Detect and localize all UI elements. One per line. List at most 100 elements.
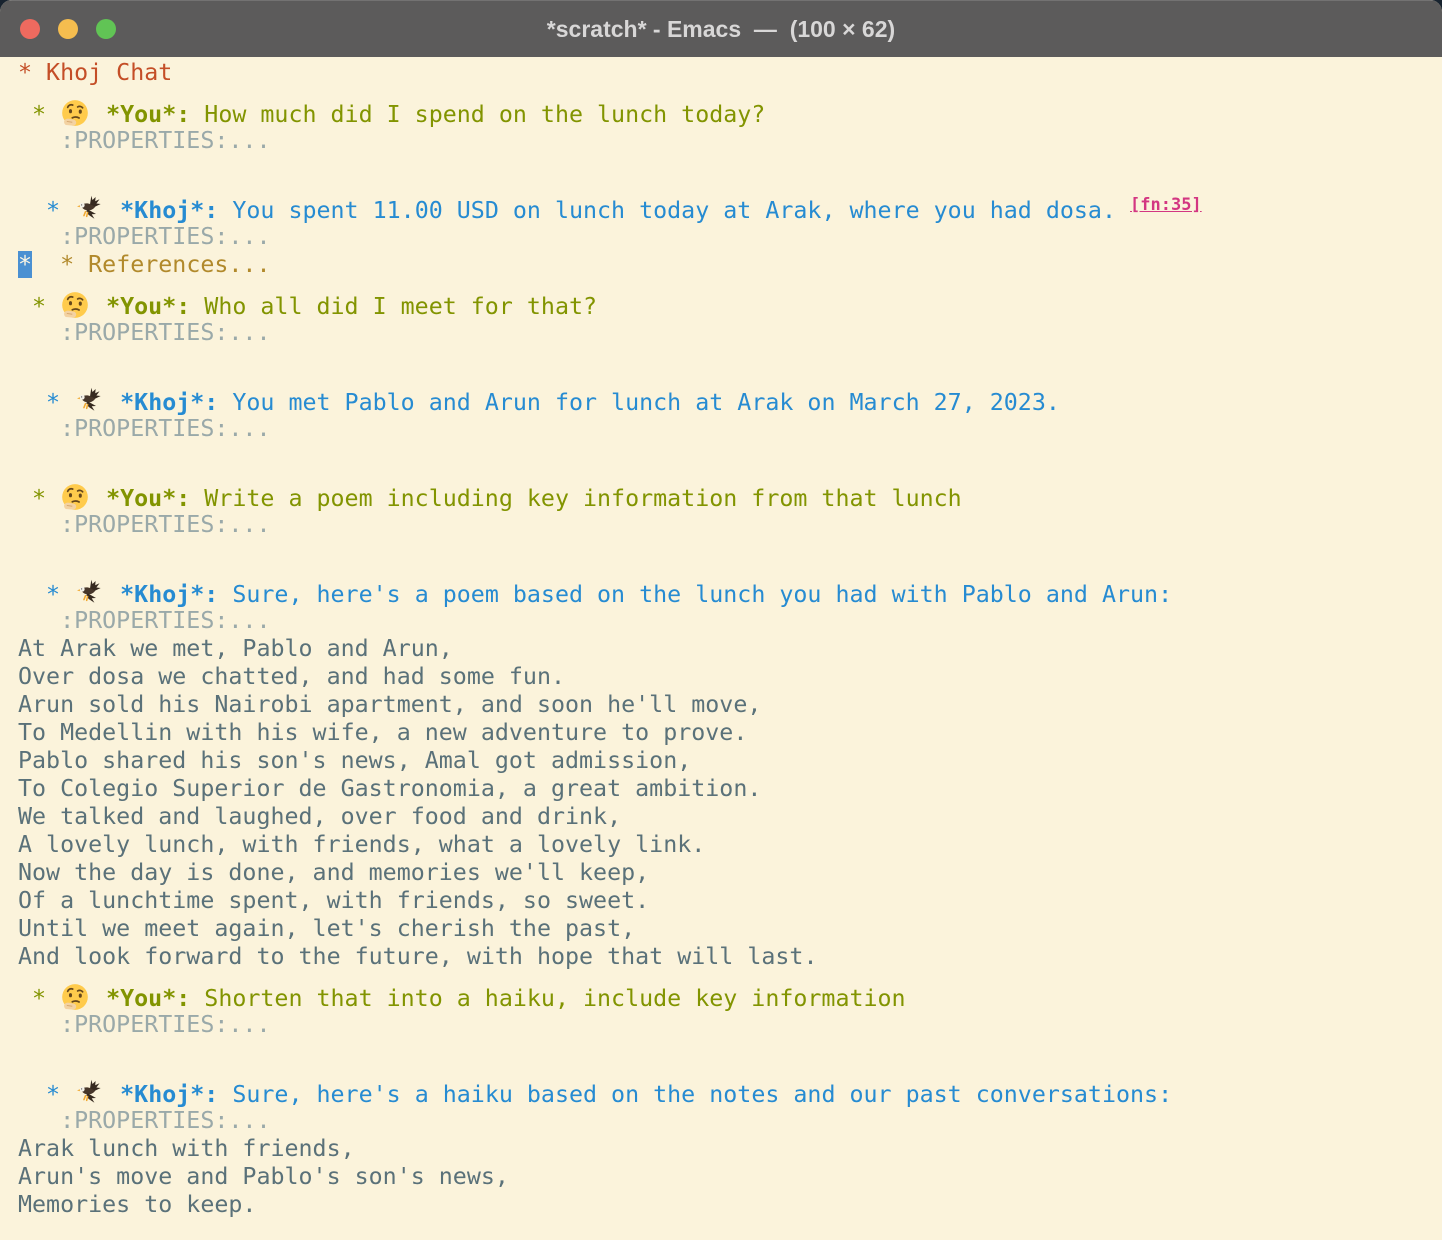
poem-line[interactable]: Arun sold his Nairobi apartment, and soo… bbox=[18, 691, 1442, 719]
chat-message-khoj[interactable]: * *Khoj*: You spent 11.00 USD on lunch t… bbox=[18, 183, 1442, 223]
speaker-label: *You*: bbox=[106, 101, 190, 128]
speaker-label: *Khoj*: bbox=[120, 581, 218, 608]
close-button[interactable] bbox=[20, 19, 40, 39]
editor-buffer[interactable]: * Khoj Chat * *You*: How much did I spen… bbox=[0, 57, 1442, 1240]
org-star: * bbox=[18, 581, 74, 608]
message-text: You met Pablo and Arun for lunch at Arak… bbox=[218, 389, 1060, 416]
eagle-icon bbox=[74, 195, 104, 223]
properties-drawer[interactable]: :PROPERTIES:... bbox=[18, 511, 1442, 539]
speaker-label: *You*: bbox=[106, 485, 190, 512]
poem-line[interactable]: Now the day is done, and memories we'll … bbox=[18, 859, 1442, 887]
chat-message-you[interactable]: * *You*: How much did I spend on the lun… bbox=[18, 87, 1442, 127]
thinking-face-icon bbox=[60, 983, 90, 1011]
poem-line[interactable]: A lovely lunch, with friends, what a lov… bbox=[18, 831, 1442, 859]
references-heading[interactable]: * * References... bbox=[18, 251, 1442, 279]
minimize-button[interactable] bbox=[58, 19, 78, 39]
haiku-text: Arak lunch with friends, bbox=[18, 1135, 355, 1162]
org-star: * bbox=[18, 1081, 74, 1108]
properties-drawer[interactable]: :PROPERTIES:... bbox=[18, 223, 1442, 251]
poem-line[interactable]: At Arak we met, Pablo and Arun, bbox=[18, 635, 1442, 663]
zoom-button[interactable] bbox=[96, 19, 116, 39]
text-run bbox=[92, 293, 106, 320]
properties-drawer[interactable]: :PROPERTIES:... bbox=[18, 1011, 1442, 1039]
drawer-text: :PROPERTIES:... bbox=[18, 223, 270, 250]
poem-text: Until we meet again, let's cherish the p… bbox=[18, 915, 635, 942]
poem-line[interactable]: We talked and laughed, over food and dri… bbox=[18, 803, 1442, 831]
message-text: How much did I spend on the lunch today? bbox=[190, 101, 765, 128]
poem-text: And look forward to the future, with hop… bbox=[18, 943, 817, 970]
chat-message-khoj[interactable]: * *Khoj*: Sure, here's a haiku based on … bbox=[18, 1067, 1442, 1107]
chat-message-khoj[interactable]: * *Khoj*: Sure, here's a poem based on t… bbox=[18, 567, 1442, 607]
eagle-icon bbox=[74, 1079, 104, 1107]
poem-line[interactable]: Over dosa we chatted, and had some fun. bbox=[18, 663, 1442, 691]
org-star: * bbox=[18, 197, 74, 224]
chat-message-khoj[interactable]: * *Khoj*: You met Pablo and Arun for lun… bbox=[18, 375, 1442, 415]
poem-text: Pablo shared his son's news, Amal got ad… bbox=[18, 747, 691, 774]
text-run bbox=[106, 1081, 120, 1108]
heading-text: * Khoj Chat bbox=[18, 59, 172, 86]
message-text: Who all did I meet for that? bbox=[190, 293, 597, 320]
poem-line[interactable]: Of a lunchtime spent, with friends, so s… bbox=[18, 887, 1442, 915]
haiku-line[interactable]: Arun's move and Pablo's son's news, bbox=[18, 1163, 1442, 1191]
speaker-label: *You*: bbox=[106, 293, 190, 320]
org-star: * bbox=[18, 389, 74, 416]
org-star: * bbox=[18, 485, 60, 512]
text-run bbox=[92, 101, 106, 128]
properties-drawer[interactable]: :PROPERTIES:... bbox=[18, 1107, 1442, 1135]
drawer-text: :PROPERTIES:... bbox=[18, 511, 270, 538]
emacs-window: *scratch* - Emacs — (100 × 62) * Khoj Ch… bbox=[0, 0, 1442, 1240]
haiku-line[interactable]: Arak lunch with friends, bbox=[18, 1135, 1442, 1163]
poem-line[interactable]: And look forward to the future, with hop… bbox=[18, 943, 1442, 971]
poem-line[interactable]: To Medellin with his wife, a new adventu… bbox=[18, 719, 1442, 747]
org-star: * bbox=[18, 101, 60, 128]
haiku-text: Memories to keep. bbox=[18, 1191, 256, 1218]
poem-text: Over dosa we chatted, and had some fun. bbox=[18, 663, 565, 690]
org-star: * bbox=[18, 293, 60, 320]
properties-drawer[interactable]: :PROPERTIES:... bbox=[18, 607, 1442, 635]
text-run bbox=[92, 985, 106, 1012]
haiku-text: Arun's move and Pablo's son's news, bbox=[18, 1163, 509, 1190]
eagle-icon bbox=[74, 387, 104, 415]
poem-text: To Medellin with his wife, a new adventu… bbox=[18, 719, 747, 746]
properties-drawer[interactable]: :PROPERTIES:... bbox=[18, 415, 1442, 443]
window-title: *scratch* - Emacs — (100 × 62) bbox=[547, 16, 895, 43]
poem-text: At Arak we met, Pablo and Arun, bbox=[18, 635, 453, 662]
org-heading-khoj-chat[interactable]: * Khoj Chat bbox=[18, 59, 1442, 87]
poem-text: A lovely lunch, with friends, what a lov… bbox=[18, 831, 705, 858]
poem-text: Now the day is done, and memories we'll … bbox=[18, 859, 649, 886]
poem-line[interactable]: Pablo shared his son's news, Amal got ad… bbox=[18, 747, 1442, 775]
drawer-text: :PROPERTIES:... bbox=[18, 1107, 270, 1134]
window-titlebar[interactable]: *scratch* - Emacs — (100 × 62) bbox=[0, 0, 1442, 57]
text-run bbox=[106, 581, 120, 608]
thinking-face-icon bbox=[60, 99, 90, 127]
blank-line bbox=[18, 1039, 1442, 1067]
speaker-label: *Khoj*: bbox=[120, 197, 218, 224]
chat-message-you[interactable]: * *You*: Who all did I meet for that? bbox=[18, 279, 1442, 319]
eagle-icon bbox=[74, 579, 104, 607]
poem-line[interactable]: Until we meet again, let's cherish the p… bbox=[18, 915, 1442, 943]
traffic-lights bbox=[20, 1, 116, 57]
message-text: Sure, here's a haiku based on the notes … bbox=[218, 1081, 1172, 1108]
speaker-label: *Khoj*: bbox=[120, 389, 218, 416]
text-cursor: * bbox=[18, 251, 32, 278]
haiku-line[interactable]: Memories to keep. bbox=[18, 1191, 1442, 1219]
properties-drawer[interactable]: :PROPERTIES:... bbox=[18, 319, 1442, 347]
properties-drawer[interactable]: :PROPERTIES:... bbox=[18, 127, 1442, 155]
drawer-text: :PROPERTIES:... bbox=[18, 607, 270, 634]
thinking-face-icon bbox=[60, 483, 90, 511]
message-text: Write a poem including key information f… bbox=[190, 485, 961, 512]
poem-text: To Colegio Superior de Gastronomia, a gr… bbox=[18, 775, 761, 802]
poem-line[interactable]: To Colegio Superior de Gastronomia, a gr… bbox=[18, 775, 1442, 803]
message-text: You spent 11.00 USD on lunch today at Ar… bbox=[218, 197, 1130, 224]
drawer-text: :PROPERTIES:... bbox=[18, 415, 270, 442]
chat-message-you[interactable]: * *You*: Write a poem including key info… bbox=[18, 471, 1442, 511]
text-run bbox=[92, 485, 106, 512]
references-text: * References... bbox=[60, 251, 270, 278]
chat-message-you[interactable]: * *You*: Shorten that into a haiku, incl… bbox=[18, 971, 1442, 1011]
thinking-face-icon bbox=[60, 291, 90, 319]
text-run bbox=[106, 389, 120, 416]
poem-text: We talked and laughed, over food and dri… bbox=[18, 803, 621, 830]
footnote-link[interactable]: [fn:35] bbox=[1130, 195, 1202, 215]
drawer-text: :PROPERTIES:... bbox=[18, 127, 270, 154]
text-run bbox=[106, 197, 120, 224]
